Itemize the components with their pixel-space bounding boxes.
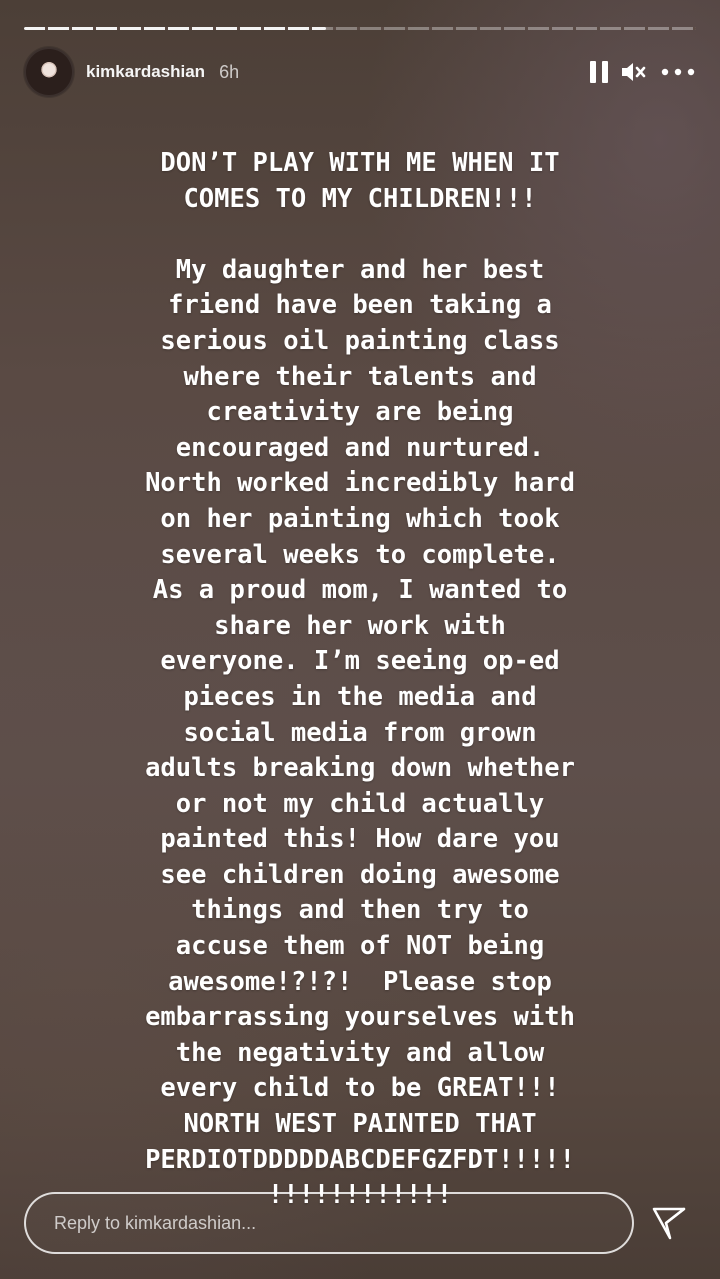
story-line: encouraged and nurtured.: [175, 432, 545, 463]
story-line: the negativity and allow: [175, 1037, 545, 1068]
story-controls: [590, 60, 696, 84]
story-line: several weeks to complete.: [160, 539, 560, 570]
story-line: share her work with: [214, 610, 506, 641]
story-line: social media from grown: [183, 717, 537, 748]
send-button[interactable]: [648, 1202, 690, 1244]
username[interactable]: kimkardashian: [86, 62, 205, 82]
story-line: every child to be GREAT!!!: [160, 1073, 560, 1104]
story-line: see children doing awesome: [160, 859, 560, 890]
send-icon: [650, 1204, 688, 1242]
story-line: or not my child actually: [175, 788, 545, 819]
story-line: painted this! How dare you: [160, 824, 560, 855]
story-header: kimkardashian 6h: [24, 47, 696, 97]
story-line: North worked incredibly hard: [145, 468, 575, 499]
story-progress-segments: [24, 27, 696, 30]
story-line: My daughter and her best: [175, 254, 545, 285]
story-line: where their talents and: [183, 361, 537, 392]
reply-bar: [24, 1190, 696, 1256]
story-line: embarrassing yourselves with: [145, 1002, 575, 1033]
story-line: friend have been taking a: [168, 290, 552, 321]
story-line: everyone. I’m seeing op-ed: [160, 646, 560, 677]
story-text: DON’T PLAY WITH ME WHEN IT COMES TO MY CH…: [0, 146, 720, 1214]
story-line: creativity are being: [206, 397, 514, 428]
story-line: on her painting which took: [160, 503, 560, 534]
story-line: As a proud mom, I wanted to: [152, 575, 568, 606]
story-line: accuse them of NOT being: [175, 931, 545, 962]
story-line: COMES TO MY CHILDREN!!!: [183, 183, 537, 214]
story-line: serious oil painting class: [160, 325, 560, 356]
reply-input[interactable]: [24, 1192, 634, 1254]
story-line: DON’T PLAY WITH ME WHEN IT: [160, 148, 560, 178]
avatar[interactable]: [24, 47, 74, 97]
story-line: adults breaking down whether: [145, 753, 575, 784]
story-line: things and then try to: [191, 895, 529, 926]
story-line: pieces in the media and: [183, 681, 537, 712]
story-line: PERDIOTDDDDDABCDEFGZFDT!!!!!: [145, 1144, 575, 1175]
pause-icon[interactable]: [590, 61, 608, 83]
timestamp: 6h: [219, 61, 240, 82]
story-line: NORTH WEST PAINTED THAT: [183, 1109, 537, 1140]
more-options-icon[interactable]: [660, 67, 696, 77]
story-paragraph-gap: [0, 217, 720, 253]
story-line: awesome!?!?! Please stop: [168, 966, 552, 997]
speaker-muted-icon[interactable]: [620, 60, 648, 84]
story-progress-bar: [24, 27, 696, 30]
